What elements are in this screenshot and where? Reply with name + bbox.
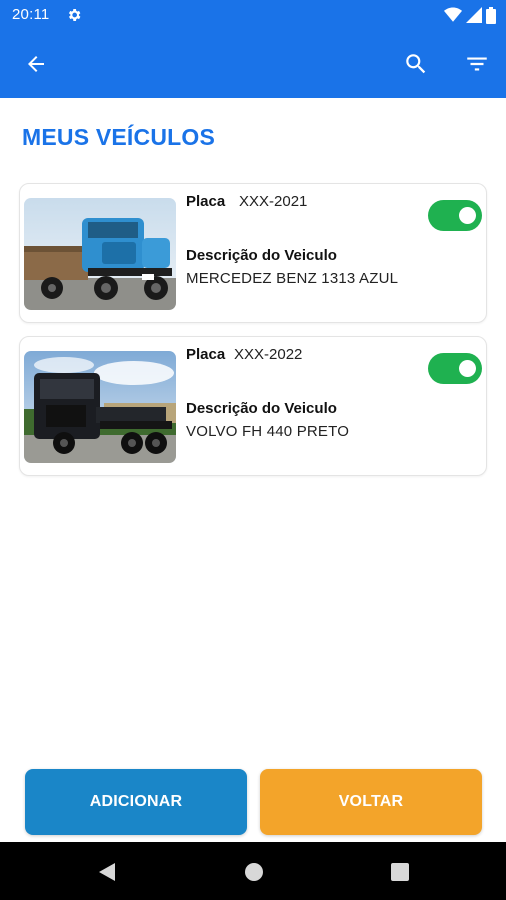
vehicle-card[interactable]: Placa XXX-2021 Descrição do Veiculo MERC… [19, 183, 487, 323]
signal-icon [466, 7, 482, 23]
app-bar [0, 30, 506, 98]
vehicle-photo-black-truck [24, 351, 176, 463]
description-value: VOLVO FH 440 PRETO [186, 423, 350, 440]
status-bar: 20:11 [0, 0, 506, 30]
system-icons [444, 6, 496, 24]
status-time: 20:11 [12, 6, 50, 23]
system-nav-bar [0, 842, 506, 900]
description-label: Descrição do Veiculo [186, 247, 337, 264]
wifi-icon [444, 7, 462, 22]
toggle-knob [459, 360, 476, 377]
placa-label: Placa [186, 346, 226, 363]
toggle-knob [459, 207, 476, 224]
search-icon [406, 54, 426, 74]
filter-icon [467, 57, 487, 71]
placa-value: XXX-2021 [239, 193, 308, 210]
nav-recents-icon[interactable] [390, 862, 410, 882]
back-button[interactable] [20, 48, 52, 80]
vehicle-active-toggle[interactable] [428, 200, 482, 231]
back-action-button[interactable]: VOLTAR [260, 769, 482, 835]
page-title: MEUS VEÍCULOS [22, 124, 216, 150]
description-label: Descrição do Veiculo [186, 400, 337, 417]
vehicle-card[interactable]: Placa XXX-2022 Descrição do Veiculo VOLV… [19, 336, 487, 476]
placa-label: Placa [186, 193, 226, 210]
description-value: MERCEDEZ BENZ 1313 AZUL [186, 270, 399, 287]
search-button[interactable] [400, 48, 432, 80]
filter-button[interactable] [461, 48, 493, 80]
battery-icon [486, 6, 496, 24]
vehicle-active-toggle[interactable] [428, 353, 482, 384]
nav-home-icon[interactable] [244, 862, 264, 882]
arrow-left-icon [28, 56, 44, 72]
vehicle-photo-blue-truck [24, 198, 176, 310]
nav-back-icon[interactable] [97, 862, 117, 882]
placa-value: XXX-2022 [234, 346, 303, 363]
add-button[interactable]: ADICIONAR [25, 769, 247, 835]
gear-icon [68, 9, 81, 21]
